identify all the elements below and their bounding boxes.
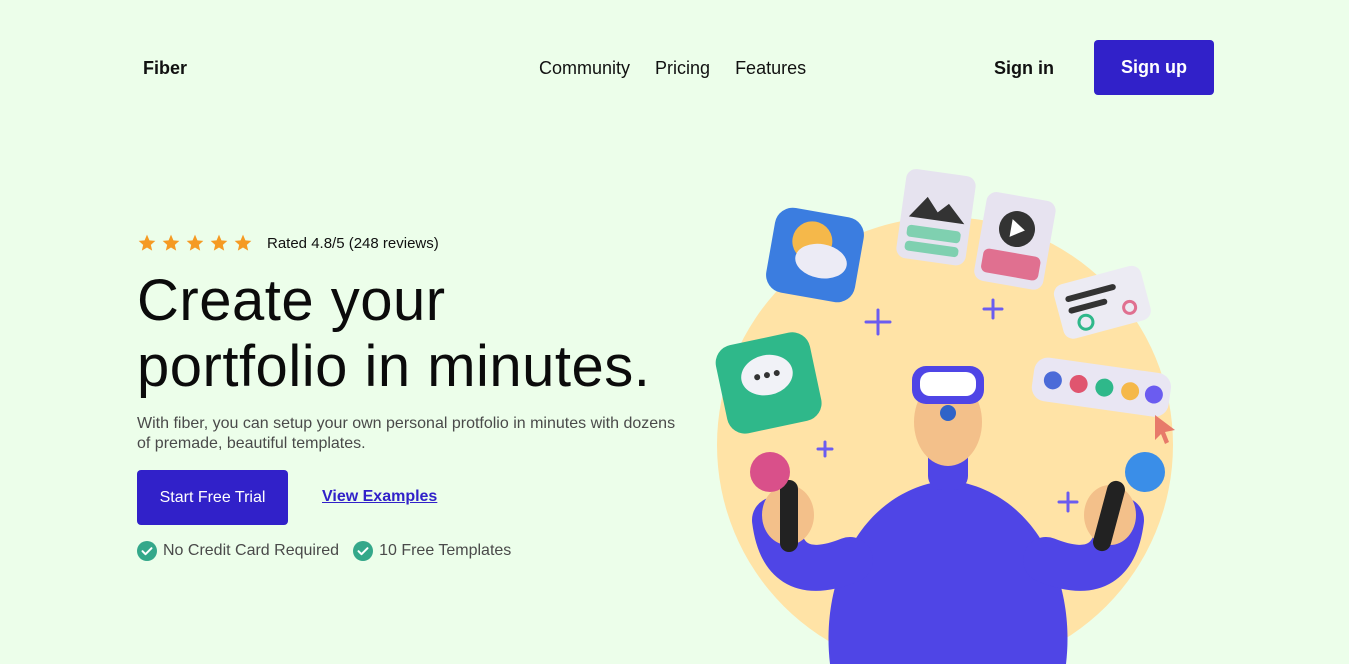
star-icon <box>234 234 252 251</box>
main-nav: Community Pricing Features <box>539 58 806 79</box>
star-icon <box>186 234 204 251</box>
controller-left <box>750 452 790 492</box>
title-line-1: Create your <box>137 268 446 333</box>
check-circle-icon <box>353 541 374 561</box>
nav-community[interactable]: Community <box>539 58 630 79</box>
sign-in-link[interactable]: Sign in <box>994 58 1054 79</box>
nav-features[interactable]: Features <box>735 58 806 79</box>
weather-card-icon <box>766 207 864 303</box>
image-card-icon <box>896 169 976 266</box>
hero-subtitle: With fiber, you can setup your own perso… <box>137 415 676 452</box>
page-title: Create your portfolio in minutes. <box>137 268 650 400</box>
feature-checks: No Credit Card Required 10 Free Template… <box>137 541 511 561</box>
star-icon <box>138 234 156 251</box>
check-item: 10 Free Templates <box>353 541 511 561</box>
sign-up-button[interactable]: Sign up <box>1094 40 1214 95</box>
logo[interactable]: Fiber <box>143 58 187 79</box>
title-line-2: portfolio in minutes. <box>137 334 651 399</box>
view-examples-link[interactable]: View Examples <box>322 488 437 506</box>
start-free-trial-button[interactable]: Start Free Trial <box>137 470 288 525</box>
check-label: No Credit Card Required <box>163 542 340 559</box>
check-item: No Credit Card Required <box>137 541 339 561</box>
check-circle-icon <box>137 541 157 561</box>
controller-right <box>1125 452 1165 492</box>
nav-pricing[interactable]: Pricing <box>655 58 710 79</box>
star-icon <box>162 234 180 251</box>
rating: Rated 4.8/5 (248 reviews) <box>137 233 439 253</box>
star-icon <box>210 234 228 251</box>
check-label: 10 Free Templates <box>379 542 512 559</box>
rating-text: Rated 4.8/5 (248 reviews) <box>267 234 439 252</box>
hero-illustration <box>715 169 1175 664</box>
rating-stars <box>137 233 253 253</box>
